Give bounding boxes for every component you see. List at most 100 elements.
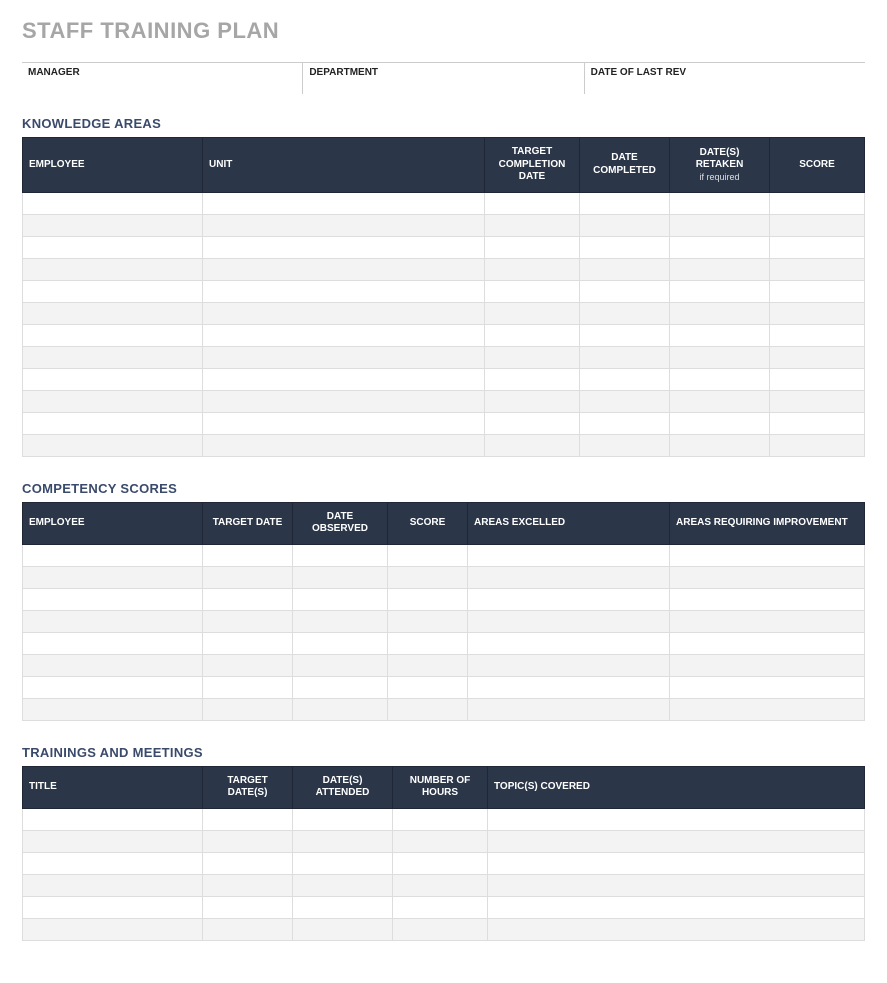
table-cell [488, 874, 865, 896]
table-cell [770, 412, 865, 434]
knowledge-th-retaken: DATE(S) RETAKEN if required [670, 138, 770, 193]
table-row [23, 368, 865, 390]
trainings-th-targetdates: TARGET DATE(S) [203, 766, 293, 808]
table-cell [203, 588, 293, 610]
table-cell [770, 280, 865, 302]
table-cell [203, 654, 293, 676]
table-cell [293, 808, 393, 830]
table-cell [293, 566, 388, 588]
table-cell [580, 214, 670, 236]
table-row [23, 544, 865, 566]
trainings-th-hours: NUMBER OF HOURS [393, 766, 488, 808]
table-row [23, 434, 865, 456]
table-cell [23, 280, 203, 302]
table-cell [393, 830, 488, 852]
table-cell [23, 632, 203, 654]
section-title-trainings: TRAININGS AND MEETINGS [22, 745, 865, 760]
knowledge-th-target: TARGET COMPLETION DATE [485, 138, 580, 193]
table-cell [485, 302, 580, 324]
table-cell [770, 390, 865, 412]
table-cell [203, 896, 293, 918]
table-cell [293, 852, 393, 874]
table-cell [203, 280, 485, 302]
table-cell [203, 214, 485, 236]
table-row [23, 632, 865, 654]
table-cell [203, 346, 485, 368]
table-cell [485, 346, 580, 368]
table-cell [23, 566, 203, 588]
table-row [23, 676, 865, 698]
trainings-table: TITLE TARGET DATE(S) DATE(S) ATTENDED NU… [22, 766, 865, 941]
meta-department-label: DEPARTMENT [309, 67, 577, 78]
table-cell [293, 610, 388, 632]
table-cell [770, 346, 865, 368]
table-cell [580, 434, 670, 456]
table-cell [23, 214, 203, 236]
table-cell [23, 588, 203, 610]
table-cell [393, 918, 488, 940]
table-cell [468, 588, 670, 610]
table-cell [203, 918, 293, 940]
table-cell [485, 324, 580, 346]
table-cell [23, 302, 203, 324]
table-cell [485, 412, 580, 434]
table-cell [580, 236, 670, 258]
competency-table: EMPLOYEE TARGET DATE DATE OBSERVED SCORE… [22, 502, 865, 721]
knowledge-th-completed: DATE COMPLETED [580, 138, 670, 193]
table-cell [388, 544, 468, 566]
table-row [23, 588, 865, 610]
table-cell [23, 258, 203, 280]
table-row [23, 566, 865, 588]
table-cell [203, 368, 485, 390]
table-row [23, 280, 865, 302]
table-row [23, 698, 865, 720]
table-cell [293, 896, 393, 918]
table-cell [670, 280, 770, 302]
table-cell [23, 236, 203, 258]
table-cell [488, 896, 865, 918]
table-cell [468, 632, 670, 654]
table-row [23, 852, 865, 874]
table-cell [23, 412, 203, 434]
table-cell [468, 698, 670, 720]
table-cell [203, 324, 485, 346]
table-cell [770, 214, 865, 236]
table-cell [485, 214, 580, 236]
table-row [23, 830, 865, 852]
competency-th-excelled: AREAS EXCELLED [468, 502, 670, 544]
table-cell [580, 390, 670, 412]
competency-th-observed: DATE OBSERVED [293, 502, 388, 544]
table-cell [203, 302, 485, 324]
table-cell [580, 346, 670, 368]
table-cell [203, 698, 293, 720]
table-row [23, 192, 865, 214]
section-title-competency: COMPETENCY SCORES [22, 481, 865, 496]
knowledge-th-employee: EMPLOYEE [23, 138, 203, 193]
table-cell [23, 544, 203, 566]
table-cell [203, 566, 293, 588]
competency-th-employee: EMPLOYEE [23, 502, 203, 544]
table-cell [23, 192, 203, 214]
table-cell [293, 918, 393, 940]
table-row [23, 808, 865, 830]
table-cell [203, 390, 485, 412]
table-cell [393, 896, 488, 918]
table-cell [393, 852, 488, 874]
table-cell [23, 852, 203, 874]
table-row [23, 654, 865, 676]
table-cell [203, 632, 293, 654]
table-cell [293, 588, 388, 610]
table-cell [23, 390, 203, 412]
table-cell [203, 236, 485, 258]
table-cell [293, 544, 388, 566]
table-cell [203, 610, 293, 632]
table-cell [203, 544, 293, 566]
table-row [23, 874, 865, 896]
table-cell [388, 676, 468, 698]
table-cell [580, 192, 670, 214]
table-cell [670, 412, 770, 434]
table-row [23, 258, 865, 280]
table-cell [468, 610, 670, 632]
table-cell [770, 434, 865, 456]
knowledge-th-retaken-main: DATE(S) RETAKEN [696, 147, 744, 171]
